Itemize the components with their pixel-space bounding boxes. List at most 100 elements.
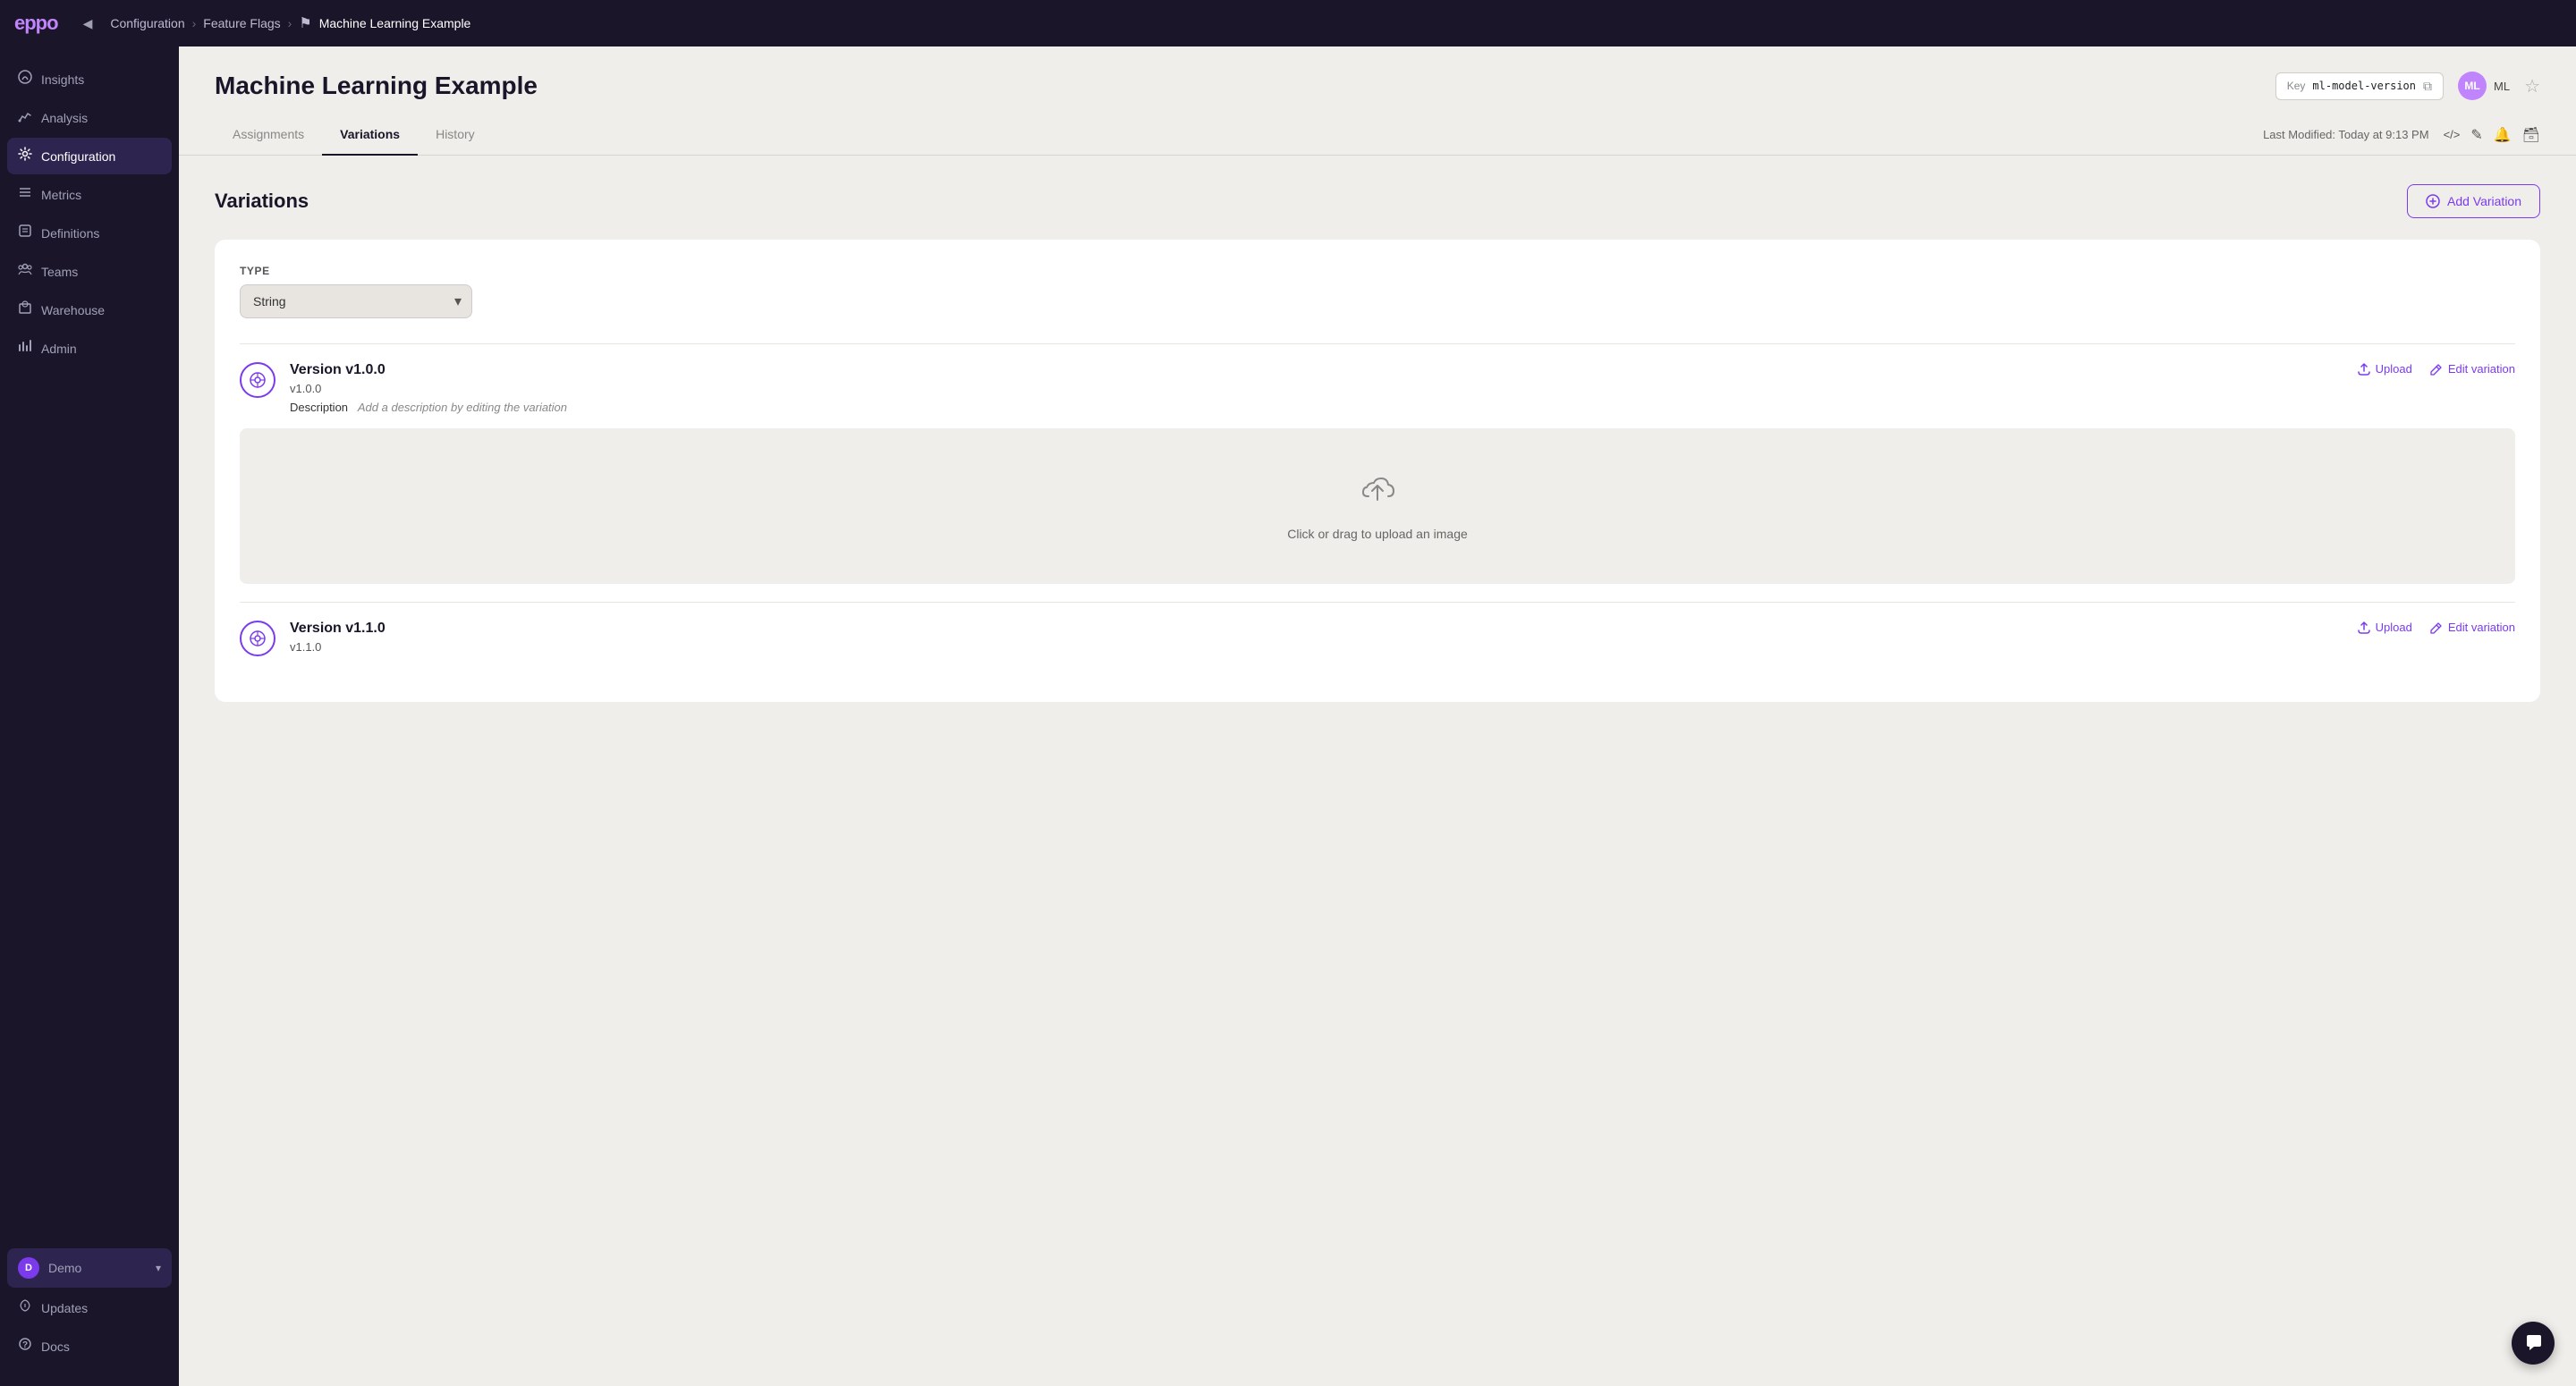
insights-icon bbox=[18, 70, 32, 89]
breadcrumb-feature-flags[interactable]: Feature Flags bbox=[203, 16, 280, 30]
type-select-wrapper: String Boolean Integer Float JSON ▾ bbox=[240, 284, 472, 318]
type-select[interactable]: String Boolean Integer Float JSON bbox=[240, 284, 472, 318]
version-description-v1-0-0: Description Add a description by editing… bbox=[290, 401, 567, 414]
tab-variations[interactable]: Variations bbox=[322, 114, 418, 156]
sidebar-item-configuration[interactable]: Configuration bbox=[7, 138, 172, 174]
edit-icon[interactable]: ✎ bbox=[2470, 126, 2482, 144]
version-name-v1-0-0: Version v1.0.0 bbox=[290, 362, 567, 378]
version-icon-v1-0-0 bbox=[240, 362, 275, 398]
upload-button-v1-0-0[interactable]: Upload bbox=[2358, 362, 2412, 376]
sidebar-item-updates[interactable]: Updates bbox=[7, 1289, 172, 1326]
sidebar-item-metrics[interactable]: Metrics bbox=[7, 176, 172, 213]
upload-label-v1-0-0: Upload bbox=[2376, 362, 2412, 376]
sidebar-item-label-analysis: Analysis bbox=[41, 111, 88, 125]
sidebar-item-label-docs: Docs bbox=[41, 1340, 70, 1354]
tabs-right: Last Modified: Today at 9:13 PM </> ✎ 🔔 … bbox=[2263, 126, 2540, 144]
description-hint-v1-0-0: Add a description by editing the variati… bbox=[358, 401, 567, 414]
sidebar-item-analysis[interactable]: Analysis bbox=[7, 99, 172, 136]
version-icon-v1-1-0 bbox=[240, 621, 275, 656]
edit-variation-button-v1-0-0[interactable]: Edit variation bbox=[2430, 362, 2515, 376]
plus-circle-icon bbox=[2426, 194, 2440, 208]
variations-title: Variations bbox=[215, 190, 309, 213]
chat-button[interactable] bbox=[2512, 1322, 2555, 1365]
tab-assignments[interactable]: Assignments bbox=[215, 114, 322, 156]
add-variation-button[interactable]: Add Variation bbox=[2407, 184, 2540, 218]
version-header-v1-1-0: Version v1.1.0 v1.1.0 Upload bbox=[240, 621, 2515, 659]
user-initials-label: ML bbox=[2494, 80, 2510, 93]
upload-area-v1-0-0[interactable]: Click or drag to upload an image bbox=[240, 428, 2515, 584]
user-badge: ML ML bbox=[2458, 72, 2510, 100]
main-content: Variations Add Variation Type String bbox=[179, 156, 2576, 1386]
version-header-v1-0-0: Version v1.0.0 v1.0.0 Description Add a … bbox=[240, 362, 2515, 414]
svg-text:?: ? bbox=[22, 1340, 28, 1350]
version-actions-v1-1-0: Upload Edit variation bbox=[2358, 621, 2515, 634]
updates-icon bbox=[18, 1298, 32, 1317]
tabs-row: Assignments Variations History Last Modi… bbox=[179, 114, 2576, 156]
sidebar-item-label-metrics: Metrics bbox=[41, 188, 81, 202]
sidebar-item-definitions[interactable]: Definitions bbox=[7, 215, 172, 251]
sidebar-item-label-configuration: Configuration bbox=[41, 149, 115, 164]
account-switcher[interactable]: D Demo ▾ bbox=[7, 1248, 172, 1288]
upload-icon-v1-1-0 bbox=[2358, 621, 2370, 634]
edit-variation-label-v1-0-0: Edit variation bbox=[2448, 362, 2515, 376]
copy-key-button[interactable]: ⧉ bbox=[2423, 79, 2432, 94]
sidebar-item-docs[interactable]: ? Docs bbox=[7, 1328, 172, 1365]
upload-area-text-v1-0-0: Click or drag to upload an image bbox=[1287, 527, 1468, 541]
variations-header: Variations Add Variation bbox=[215, 184, 2540, 218]
sidebar-item-label-teams: Teams bbox=[41, 265, 78, 279]
sidebar-item-warehouse[interactable]: Warehouse bbox=[7, 292, 172, 328]
edit-variation-label-v1-1-0: Edit variation bbox=[2448, 621, 2515, 634]
key-badge: Key ml-model-version ⧉ bbox=[2275, 72, 2444, 100]
key-value: ml-model-version bbox=[2312, 80, 2416, 92]
version-actions-v1-0-0: Upload Edit variation bbox=[2358, 362, 2515, 376]
upload-icon bbox=[2358, 363, 2370, 376]
upload-label-v1-1-0: Upload bbox=[2376, 621, 2412, 634]
sidebar-item-label-warehouse: Warehouse bbox=[41, 303, 105, 317]
sidebar-collapse-button[interactable]: ◀ bbox=[76, 13, 100, 35]
version-name-v1-1-0: Version v1.1.0 bbox=[290, 621, 386, 637]
sidebar-item-label-definitions: Definitions bbox=[41, 226, 99, 241]
metrics-icon bbox=[18, 185, 32, 204]
sidebar-item-admin[interactable]: Admin bbox=[7, 330, 172, 367]
archive-icon[interactable]: 🗃 bbox=[2522, 126, 2540, 144]
version-value-v1-1-0: v1.1.0 bbox=[290, 640, 386, 654]
version-left-v1-0-0: Version v1.0.0 v1.0.0 Description Add a … bbox=[240, 362, 567, 414]
last-modified-label: Last Modified: Today at 9:13 PM bbox=[2263, 128, 2428, 141]
version-value-v1-0-0: v1.0.0 bbox=[290, 382, 567, 395]
warehouse-icon bbox=[18, 300, 32, 319]
sidebar-item-teams[interactable]: Teams bbox=[7, 253, 172, 290]
breadcrumb: Configuration › Feature Flags › ⚑ Machin… bbox=[110, 14, 470, 32]
breadcrumb-current: Machine Learning Example bbox=[319, 16, 471, 30]
docs-icon: ? bbox=[18, 1337, 32, 1356]
sidebar-item-insights[interactable]: Insights bbox=[7, 61, 172, 97]
add-variation-label: Add Variation bbox=[2447, 194, 2521, 208]
main-layout: Insights Analysis Config bbox=[0, 46, 2576, 1386]
code-nav-icon[interactable]: </> bbox=[2444, 128, 2461, 141]
topbar: eppo ◀ Configuration › Feature Flags › ⚑… bbox=[0, 0, 2576, 46]
analysis-icon bbox=[18, 108, 32, 127]
edit-icon-v1-1-0 bbox=[2430, 621, 2443, 634]
edit-icon-v1-0-0 bbox=[2430, 363, 2443, 376]
breadcrumb-sep-1: › bbox=[192, 16, 197, 30]
key-label: Key bbox=[2287, 80, 2306, 92]
sidebar: Insights Analysis Config bbox=[0, 46, 179, 1386]
breadcrumb-sep-2: › bbox=[288, 16, 292, 30]
version-info-v1-0-0: Version v1.0.0 v1.0.0 Description Add a … bbox=[290, 362, 567, 414]
type-label: Type bbox=[240, 265, 2515, 277]
sidebar-item-label-admin: Admin bbox=[41, 342, 77, 356]
bell-icon[interactable]: 🔔 bbox=[2494, 126, 2512, 144]
tabs: Assignments Variations History bbox=[215, 114, 493, 155]
logo: eppo bbox=[14, 12, 58, 35]
tab-history[interactable]: History bbox=[418, 114, 493, 156]
description-label-v1-0-0: Description bbox=[290, 401, 348, 414]
page-header: Machine Learning Example Key ml-model-ve… bbox=[179, 46, 2576, 100]
favorite-button[interactable]: ☆ bbox=[2524, 75, 2540, 97]
breadcrumb-configuration[interactable]: Configuration bbox=[110, 16, 184, 30]
chat-icon bbox=[2523, 1333, 2543, 1353]
upload-button-v1-1-0[interactable]: Upload bbox=[2358, 621, 2412, 634]
sidebar-item-label-updates: Updates bbox=[41, 1301, 88, 1315]
account-chevron-icon: ▾ bbox=[156, 1262, 161, 1274]
teams-icon bbox=[18, 262, 32, 281]
edit-variation-button-v1-1-0[interactable]: Edit variation bbox=[2430, 621, 2515, 634]
page-title: Machine Learning Example bbox=[215, 72, 538, 100]
